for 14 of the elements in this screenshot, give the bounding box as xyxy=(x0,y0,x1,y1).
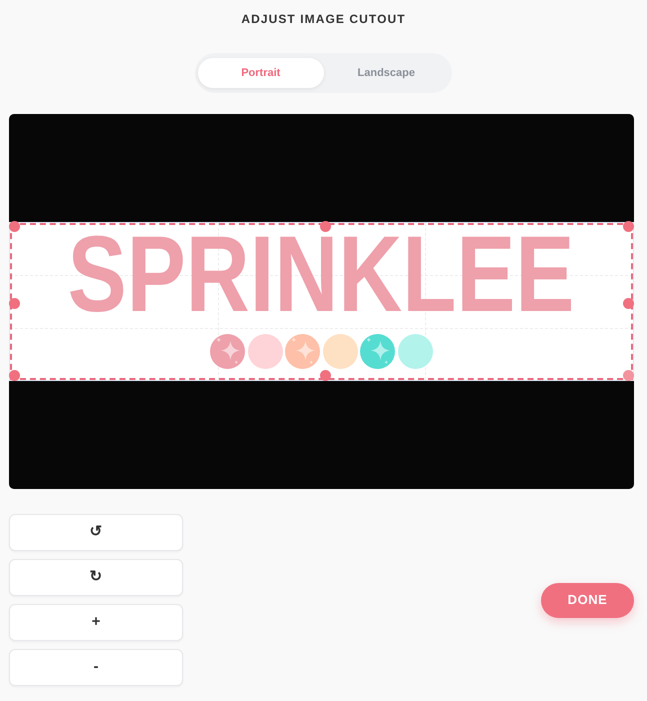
crop-handle[interactable] xyxy=(320,221,331,232)
logo-text: SPRINKLEE xyxy=(68,231,575,318)
crop-handle[interactable] xyxy=(623,370,634,381)
zoom-in-button[interactable]: + xyxy=(9,604,183,641)
crop-handle[interactable] xyxy=(9,298,20,309)
crop-handle[interactable] xyxy=(623,221,634,232)
zoom-out-button[interactable]: - xyxy=(9,649,183,686)
crop-handle[interactable] xyxy=(9,370,20,381)
rotate-left-button[interactable]: ↺ xyxy=(9,514,183,551)
dialog-title: ADJUST IMAGE CUTOUT xyxy=(241,11,406,27)
crop-handle[interactable] xyxy=(623,298,634,309)
crop-handle[interactable] xyxy=(320,370,331,381)
crop-handle[interactable] xyxy=(9,221,20,232)
rotate-right-button[interactable]: ↻ xyxy=(9,559,183,596)
